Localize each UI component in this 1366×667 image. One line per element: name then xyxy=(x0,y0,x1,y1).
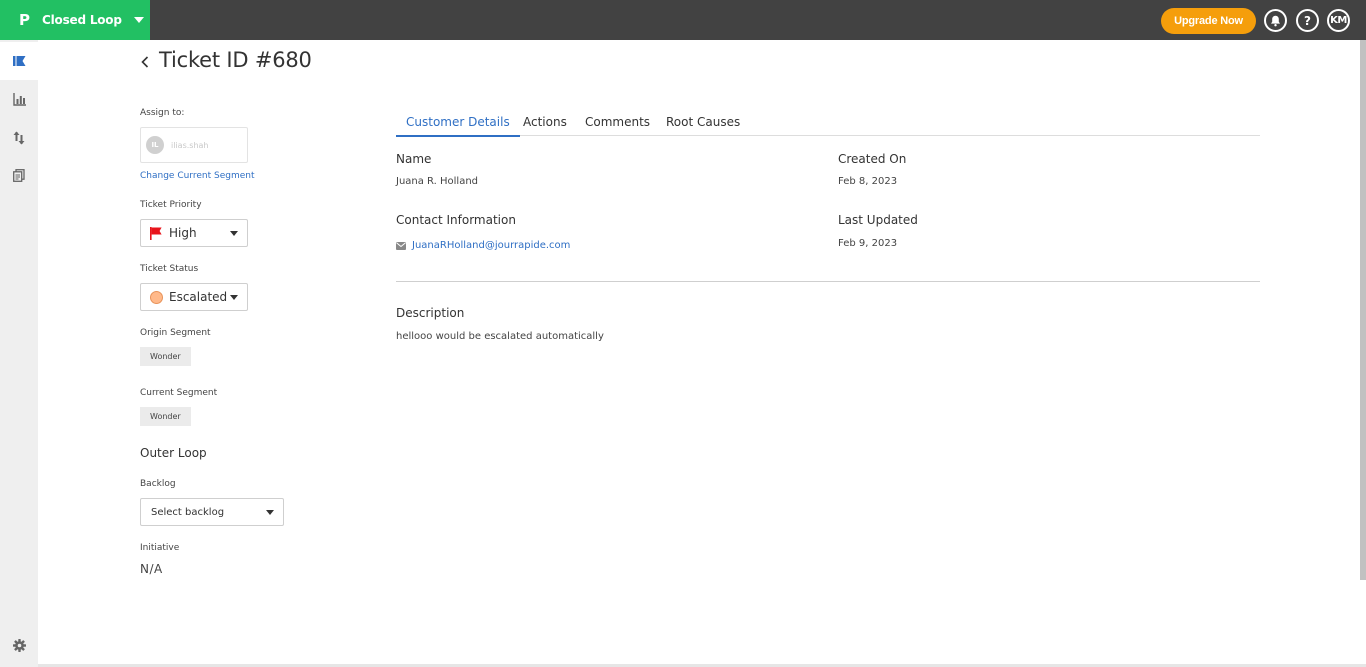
change-current-segment-link[interactable]: Change Current Segment xyxy=(140,171,254,181)
tab-comments[interactable]: Comments xyxy=(575,108,660,136)
assignee-field[interactable]: IL ilias.shah xyxy=(140,127,248,163)
assign-to-label: Assign to: xyxy=(140,108,185,118)
caret-down-icon xyxy=(230,295,238,300)
upgrade-now-button[interactable]: Upgrade Now xyxy=(1161,8,1256,34)
created-on-heading: Created On xyxy=(838,152,907,166)
last-updated-value: Feb 9, 2023 xyxy=(838,238,898,249)
top-bar: P Closed Loop Upgrade Now ? KM xyxy=(0,0,1366,40)
initiative-label: Initiative xyxy=(140,543,180,553)
transfer-arrows-icon xyxy=(13,131,25,145)
documents-icon xyxy=(13,168,25,182)
ticket-tabs: Customer Details Actions Comments Root C… xyxy=(396,108,1260,137)
priority-value: High xyxy=(169,226,197,240)
status-value: Escalated xyxy=(169,290,228,304)
page-title: Ticket ID #680 xyxy=(159,48,312,72)
tab-root-causes[interactable]: Root Causes xyxy=(656,108,750,136)
gear-icon xyxy=(12,638,26,652)
sidebar xyxy=(0,40,38,667)
envelope-icon xyxy=(396,241,406,250)
name-heading: Name xyxy=(396,152,432,166)
sidebar-item-documents[interactable] xyxy=(0,156,38,194)
flag-icon xyxy=(12,56,25,66)
assignee-name: ilias.shah xyxy=(171,140,209,150)
ticket-status-label: Ticket Status xyxy=(140,264,199,274)
workspace-switcher[interactable]: P Closed Loop xyxy=(0,0,150,40)
sidebar-item-analytics[interactable] xyxy=(0,80,38,118)
page-scrollbar[interactable] xyxy=(1360,40,1366,580)
section-divider xyxy=(396,281,1260,282)
current-segment-chip: Wonder xyxy=(140,407,191,426)
question-mark-icon: ? xyxy=(1304,13,1311,28)
description-heading: Description xyxy=(396,306,465,320)
backlog-placeholder: Select backlog xyxy=(151,506,225,518)
status-dot-icon xyxy=(150,290,163,304)
email-row: JuanaRHolland@jourrapide.com xyxy=(396,240,570,251)
last-updated-heading: Last Updated xyxy=(838,213,918,227)
notifications-button[interactable] xyxy=(1264,9,1287,32)
tab-actions[interactable]: Actions xyxy=(513,108,577,136)
sidebar-item-transfers[interactable] xyxy=(0,119,38,157)
created-on-value: Feb 8, 2023 xyxy=(838,176,898,187)
status-select[interactable]: Escalated xyxy=(140,283,248,311)
chevron-left-icon xyxy=(141,56,149,68)
chevron-down-icon xyxy=(133,17,144,23)
caret-down-icon xyxy=(266,510,274,515)
brand-logo: P xyxy=(19,11,30,29)
priority-select[interactable]: High xyxy=(140,219,248,247)
current-segment-label: Current Segment xyxy=(140,388,218,398)
user-initials: KM xyxy=(1330,15,1347,26)
initiative-value: N/A xyxy=(140,562,163,576)
contact-information-heading: Contact Information xyxy=(396,213,516,227)
origin-segment-chip: Wonder xyxy=(140,347,191,366)
backlog-select[interactable]: Select backlog xyxy=(140,498,284,526)
ticket-priority-label: Ticket Priority xyxy=(140,200,202,210)
sidebar-item-tickets[interactable] xyxy=(0,42,38,80)
bell-icon xyxy=(1271,15,1280,26)
sidebar-item-settings[interactable] xyxy=(0,626,38,664)
origin-segment-label: Origin Segment xyxy=(140,328,211,338)
help-button[interactable]: ? xyxy=(1296,9,1319,32)
backlog-label: Backlog xyxy=(140,479,176,489)
outer-loop-heading: Outer Loop xyxy=(140,446,207,460)
customer-email-link[interactable]: JuanaRHolland@jourrapide.com xyxy=(412,240,570,251)
back-button[interactable] xyxy=(139,53,151,71)
workspace-name: Closed Loop xyxy=(42,13,122,27)
customer-name: Juana R. Holland xyxy=(396,176,479,187)
assignee-avatar: IL xyxy=(146,136,164,154)
caret-down-icon xyxy=(230,231,238,236)
bar-chart-icon xyxy=(12,92,26,106)
tab-customer-details[interactable]: Customer Details xyxy=(396,108,520,137)
description-text: hellooo would be escalated automatically xyxy=(396,331,604,342)
user-avatar[interactable]: KM xyxy=(1327,9,1350,32)
red-flag-icon xyxy=(150,226,162,240)
